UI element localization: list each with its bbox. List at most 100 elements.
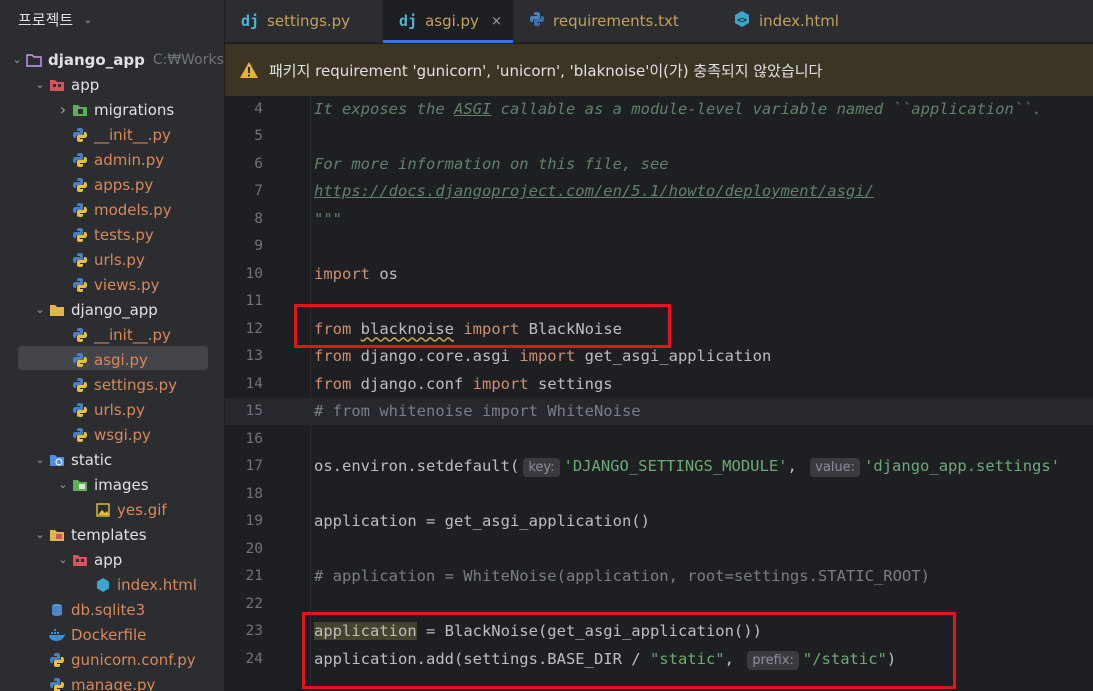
python-file-icon	[71, 352, 89, 368]
code-line[interactable]: 15 # from whitenoise import WhiteNoise	[225, 397, 1093, 425]
tree-item-label: migrations	[94, 100, 175, 119]
code-line[interactable]: 5	[225, 123, 1093, 150]
code-line[interactable]: 9	[225, 233, 1093, 260]
code-token: application	[314, 622, 417, 640]
tree-item[interactable]: wsgi.py	[0, 422, 224, 447]
python-file-icon	[48, 677, 66, 691]
tree-item[interactable]: manage.py	[0, 672, 224, 691]
tree-item[interactable]: settings.py	[0, 372, 224, 397]
code-line[interactable]: 6 For more information on this file, see	[225, 150, 1093, 177]
tree-item[interactable]: admin.py	[0, 147, 224, 172]
database-icon	[48, 602, 66, 618]
expand-arrow-icon[interactable]: ⌄	[55, 553, 71, 566]
code-token: It exposes the	[314, 99, 454, 118]
code-text: from django.core.asgi import get_asgi_ap…	[314, 347, 771, 365]
project-sidebar: 프로젝트 ⌄ ⌄ django_app C:₩Works ⌄ app › migrat…	[0, 0, 225, 691]
tab-requirements-txt[interactable]: requirements.txt	[513, 0, 717, 42]
code-line[interactable]: 7 https://docs.djangoproject.com/en/5.1/h…	[225, 178, 1093, 205]
tab-label: asgi.py	[425, 12, 479, 30]
code-token: For more information on this file, see	[314, 154, 669, 173]
code-line[interactable]: 19 application = get_asgi_application()	[225, 508, 1093, 535]
tree-item[interactable]: __init__.py	[0, 322, 224, 347]
tree-item[interactable]: asgi.py	[0, 347, 224, 372]
tree-item[interactable]: gunicorn.conf.py	[0, 647, 224, 672]
collapse-arrow-icon[interactable]: ›	[55, 100, 71, 119]
html-file-icon	[94, 577, 112, 593]
line-number: 13	[245, 348, 263, 364]
line-number: 24	[245, 650, 263, 667]
code-line[interactable]: 4 It exposes the ASGI callable as a modul…	[225, 95, 1093, 122]
warning-text: 패키지 requirement 'gunicorn', 'unicorn', '…	[269, 61, 823, 80]
tree-item[interactable]: urls.py	[0, 397, 224, 422]
tree-root-django-app[interactable]: ⌄ django_app C:₩Works	[0, 47, 224, 72]
code-line[interactable]: 23 application = BlackNoise(get_asgi_appl…	[225, 618, 1093, 645]
project-view-title[interactable]: 프로젝트 ⌄	[18, 9, 92, 30]
tree-item[interactable]: tests.py	[0, 222, 224, 247]
tab-asgi-py[interactable]: dj asgi.py ×	[383, 0, 513, 43]
code-token: ,	[724, 649, 734, 668]
code-line[interactable]: 12 from blacknoise import BlackNoise	[225, 315, 1093, 342]
python-file-icon	[71, 277, 89, 293]
chevron-down-icon[interactable]: ⌄	[83, 13, 92, 26]
code-line[interactable]: 18	[225, 480, 1093, 507]
code-line[interactable]: 8 """	[225, 205, 1093, 232]
tree-item[interactable]: yes.gif	[0, 497, 224, 522]
code-text: It exposes the ASGI callable as a module…	[314, 100, 1042, 118]
code-line[interactable]: 24 application.add(settings.BASE_DIR / "s…	[225, 645, 1093, 672]
tree-item-label: Dockerfile	[71, 625, 147, 644]
tree-item-label: tests.py	[94, 225, 154, 244]
tree-item[interactable]: db.sqlite3	[0, 597, 224, 622]
tab-settings-py[interactable]: dj settings.py	[225, 0, 383, 42]
expand-arrow-icon[interactable]: ⌄	[32, 303, 48, 316]
tab-label: index.html	[759, 12, 839, 30]
expand-arrow-icon[interactable]: ⌄	[9, 53, 25, 66]
code-line[interactable]: 16	[225, 425, 1093, 452]
code-token: blacknoise	[360, 319, 454, 338]
tree-item[interactable]: models.py	[0, 197, 224, 222]
tree-item[interactable]: ⌄ django_app	[0, 297, 224, 322]
svg-text:<>: <>	[737, 16, 747, 25]
code-token: ASGI	[453, 99, 492, 118]
line-number: 18	[245, 485, 263, 502]
code-line[interactable]: 20	[225, 535, 1093, 562]
expand-arrow-icon[interactable]: ⌄	[32, 528, 48, 541]
tree-item[interactable]: › migrations	[0, 97, 224, 122]
code-text: For more information on this file, see	[314, 155, 669, 173]
tree-item[interactable]: apps.py	[0, 172, 224, 197]
tree-item[interactable]: urls.py	[0, 247, 224, 272]
editor-tabs: dj settings.py dj asgi.py × requirements…	[225, 0, 1093, 43]
code-line[interactable]: 21 # application = WhiteNoise(application…	[225, 563, 1093, 590]
code-token: 'django_app.settings'	[864, 457, 1061, 475]
code-token: django.conf	[351, 374, 473, 393]
tab-label: settings.py	[267, 12, 351, 30]
code-editor[interactable]: 4 It exposes the ASGI callable as a modul…	[225, 96, 1093, 691]
code-token: = BlackNoise(get_asgi_application())	[416, 622, 762, 640]
code-token: from	[314, 319, 352, 338]
close-icon[interactable]: ×	[491, 14, 502, 29]
tree-item-label: views.py	[94, 275, 160, 294]
code-line[interactable]: 22	[225, 590, 1093, 617]
tree-item[interactable]: ⌄ app	[0, 72, 224, 97]
tree-item[interactable]: Dockerfile	[0, 622, 224, 647]
expand-arrow-icon[interactable]: ⌄	[32, 78, 48, 91]
expand-arrow-icon[interactable]: ⌄	[32, 453, 48, 466]
tree-item-label: db.sqlite3	[71, 600, 146, 619]
expand-arrow-icon[interactable]: ⌄	[55, 478, 71, 491]
tree-item[interactable]: __init__.py	[0, 122, 224, 147]
code-line[interactable]: 13 from django.core.asgi import get_asgi_…	[225, 343, 1093, 370]
tree-item[interactable]: index.html	[0, 572, 224, 597]
code-line[interactable]: 10 import os	[225, 260, 1093, 287]
tab-index-html[interactable]: <> index.html	[717, 0, 887, 42]
code-token: from	[314, 374, 352, 393]
tree-item[interactable]: ⌄ templates	[0, 522, 224, 547]
code-line[interactable]: 11	[225, 288, 1093, 315]
tree-item[interactable]: views.py	[0, 272, 224, 297]
python-file-icon	[71, 252, 89, 268]
code-line[interactable]: 14 from django.conf import settings	[225, 370, 1093, 397]
code-line[interactable]: 17 os.environ.setdefault(key: 'DJANGO_SETT…	[225, 453, 1093, 480]
tree-item-label: urls.py	[94, 400, 145, 419]
tree-item[interactable]: ⌄ app	[0, 547, 224, 572]
tree-item[interactable]: ⌄ images	[0, 472, 224, 497]
code-text: # from whitenoise import WhiteNoise	[314, 402, 641, 420]
tree-item[interactable]: ⌄ static	[0, 447, 224, 472]
